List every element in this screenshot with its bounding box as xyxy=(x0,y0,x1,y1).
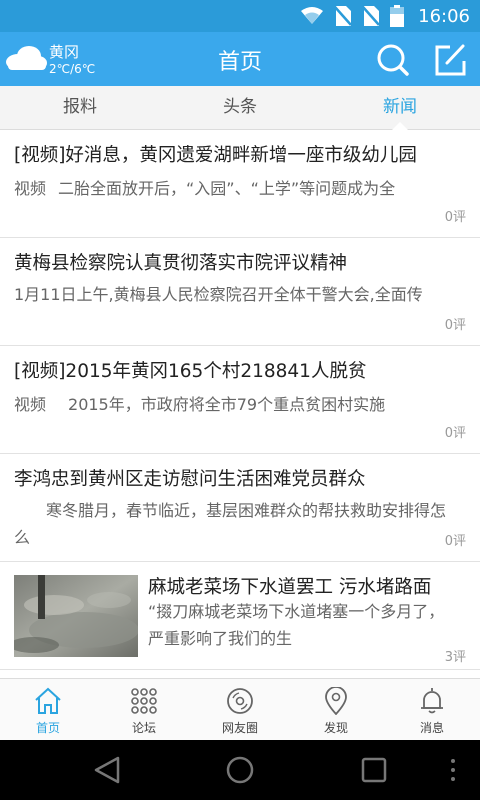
back-icon[interactable] xyxy=(92,756,122,784)
home-icon xyxy=(35,687,61,714)
nav-label: 发现 xyxy=(323,721,348,735)
news-summary: 视频 二胎全面放开后，“入园”、“上学”等问题成为全 xyxy=(14,175,466,202)
comment-count: 0评 xyxy=(444,318,466,333)
news-title: [视频]2015年黄冈165个村218841人脱贫 xyxy=(14,361,367,382)
news-title: 李鸿忠到黄州区走访慰问生活困难党员群众 xyxy=(14,469,366,490)
news-summary: 视频 2015年，市政府将全市79个重点贫困村实施 xyxy=(14,391,466,418)
comment-count: 0评 xyxy=(444,210,466,225)
news-tag: 视频 xyxy=(14,395,47,414)
disc-icon xyxy=(227,688,253,714)
news-title: 麻城老菜场下水道罢工 污水堵路面 xyxy=(148,577,432,598)
status-time: 16:06 xyxy=(418,5,470,27)
news-list: [视频]好消息，黄冈遗爱湖畔新增一座市级幼儿园 视频 二胎全面放开后，“入园”、“… xyxy=(0,130,480,678)
list-item[interactable]: 麻城老菜场下水道罢工 污水堵路面 “掇刀麻城老菜场下水道堵塞一个多月了，严重影响… xyxy=(0,562,480,670)
nav-home[interactable]: 首页 xyxy=(0,679,96,740)
wifi-icon xyxy=(301,7,324,24)
comment-count: 0评 xyxy=(444,534,466,549)
cloud-icon xyxy=(6,46,47,70)
news-tag: 视频 xyxy=(14,179,47,198)
category-tabs: 报料 头条 新闻 xyxy=(0,86,480,130)
app-bar: 黄冈 2℃/6℃ 首页 xyxy=(0,32,480,86)
list-item[interactable]: 李鸿忠到黄州区走访慰问生活困难党员群众 寒冬腊月，春节临近，基层困难群众的帮扶救… xyxy=(0,454,480,562)
no-sim-icon xyxy=(334,6,353,26)
search-button[interactable] xyxy=(373,41,413,79)
tab-baoliao[interactable]: 报料 xyxy=(0,86,160,129)
battery-icon xyxy=(390,5,405,27)
nav-forum[interactable]: 论坛 xyxy=(96,679,192,740)
system-nav-bar xyxy=(0,740,480,800)
nav-label: 论坛 xyxy=(131,721,156,735)
nav-label: 消息 xyxy=(419,721,444,735)
news-summary-text: 2015年，市政府将全市79个重点贫困村实施 xyxy=(68,395,386,414)
bell-icon xyxy=(421,688,443,714)
status-bar: 16:06 xyxy=(0,0,480,32)
home-circle-icon[interactable] xyxy=(224,756,256,784)
news-summary-text: 二胎全面放开后，“入园”、“上学”等问题成为全 xyxy=(58,179,396,198)
tab-news[interactable]: 新闻 xyxy=(320,86,480,130)
news-summary: 1月11日上午,黄梅县人民检察院召开全体干警大会,全面传 xyxy=(14,285,423,304)
news-title: 黄梅县检察院认真贯彻落实市院评议精神 xyxy=(14,253,348,274)
list-item[interactable]: 黄梅县检察院认真贯彻落实市院评议精神 1月11日上午,黄梅县人民检察院召开全体干… xyxy=(0,238,480,346)
nav-label: 网友圈 xyxy=(221,721,258,735)
bottom-nav: 首页 论坛 网友圈 发现 消息 xyxy=(0,678,480,740)
nav-label: 首页 xyxy=(35,721,60,735)
compose-button[interactable] xyxy=(430,41,470,79)
comment-count: 3评 xyxy=(444,650,466,665)
search-icon xyxy=(377,44,409,76)
list-item[interactable]: [视频]好消息，黄冈遗爱湖畔新增一座市级幼儿园 视频 二胎全面放开后，“入园”、“… xyxy=(0,130,480,238)
recents-icon[interactable] xyxy=(360,756,388,784)
nav-messages[interactable]: 消息 xyxy=(384,679,480,740)
weather-widget[interactable]: 黄冈 2℃/6℃ xyxy=(4,38,114,82)
location-pin-icon xyxy=(325,687,347,715)
news-summary: “掇刀麻城老菜场下水道堵塞一个多月了，严重影响了我们的生 xyxy=(148,602,445,648)
edit-icon xyxy=(435,44,466,76)
overflow-menu-icon[interactable] xyxy=(448,756,458,784)
list-item[interactable]: [视频]2015年黄冈165个村218841人脱贫 视频 2015年，市政府将全市… xyxy=(0,346,480,454)
nav-friends[interactable]: 网友圈 xyxy=(192,679,288,740)
weather-city: 黄冈 xyxy=(49,43,80,61)
weather-temp: 2℃/6℃ xyxy=(49,62,96,76)
tab-toutiao[interactable]: 头条 xyxy=(160,86,320,129)
comment-count: 0评 xyxy=(444,426,466,441)
news-thumbnail xyxy=(14,575,138,657)
no-sim-icon-2 xyxy=(362,6,381,26)
news-title: [视频]好消息，黄冈遗爱湖畔新增一座市级幼儿园 xyxy=(14,145,417,166)
forum-grid-icon xyxy=(131,688,157,714)
news-summary: 寒冬腊月，春节临近，基层困难群众的帮扶救助安排得怎么 xyxy=(14,501,447,547)
nav-discover[interactable]: 发现 xyxy=(288,679,384,740)
